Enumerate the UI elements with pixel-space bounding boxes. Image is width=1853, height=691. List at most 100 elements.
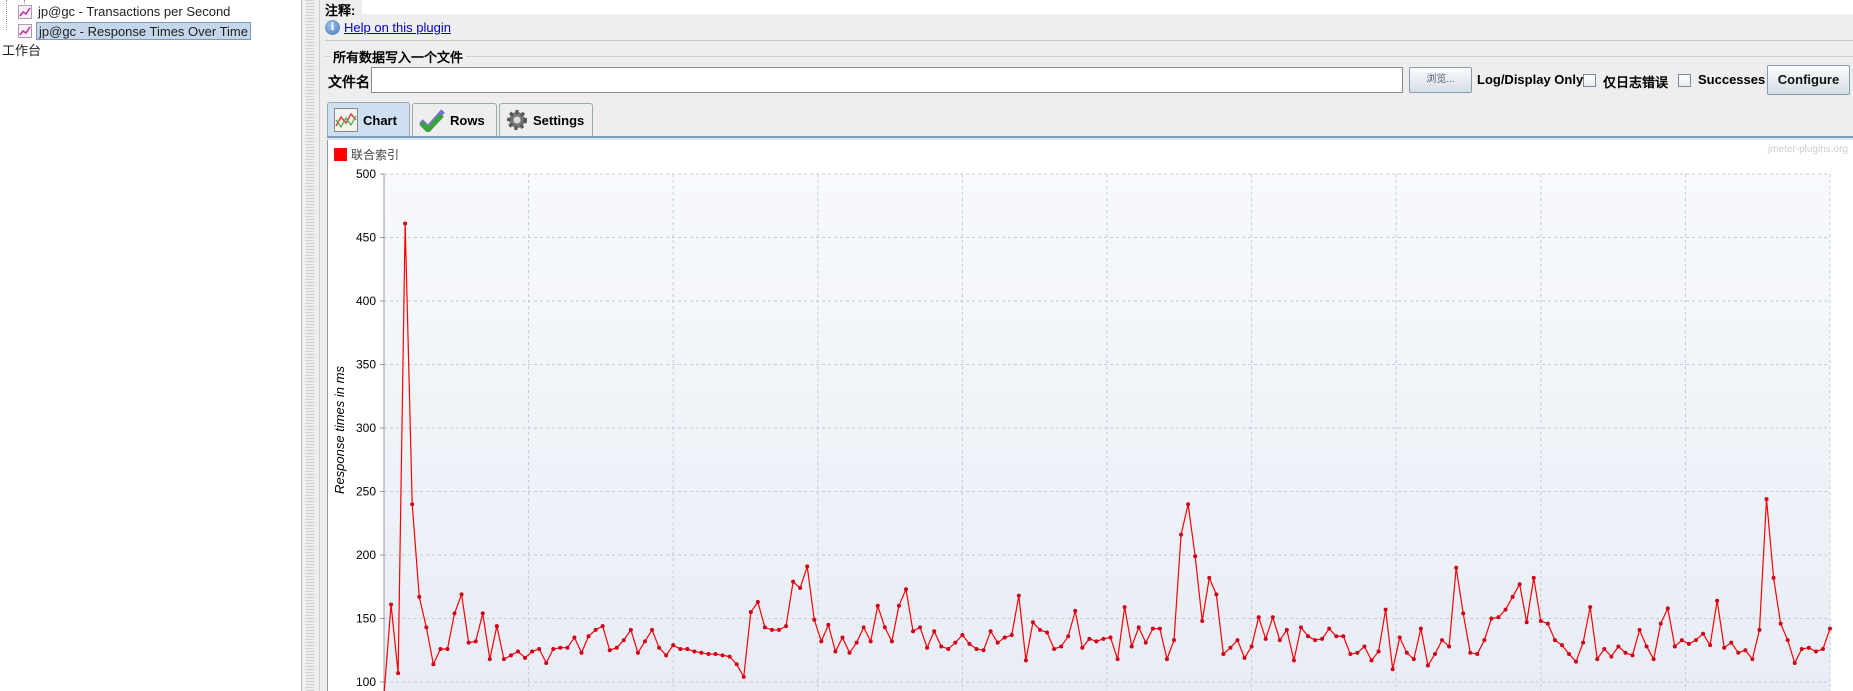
- data-point: [614, 645, 619, 650]
- data-point: [1813, 649, 1818, 654]
- data-point: [1404, 650, 1409, 655]
- y-tick-label: 100: [356, 675, 376, 689]
- data-point: [621, 638, 626, 643]
- data-point: [445, 646, 450, 651]
- data-point: [1806, 645, 1811, 650]
- data-point: [1256, 615, 1261, 620]
- data-point: [1792, 660, 1797, 665]
- data-point: [1037, 627, 1042, 632]
- data-point: [452, 611, 457, 616]
- data-point: [953, 640, 958, 645]
- y-tick-label: 500: [356, 167, 376, 181]
- data-point: [1052, 646, 1057, 651]
- data-point: [882, 625, 887, 630]
- data-point: [1186, 502, 1191, 507]
- data-point: [925, 645, 930, 650]
- data-point: [1341, 634, 1346, 639]
- data-point: [1193, 554, 1198, 559]
- data-point: [805, 564, 810, 569]
- data-point: [1715, 598, 1720, 603]
- data-point: [1179, 532, 1184, 537]
- data-point: [1376, 649, 1381, 654]
- data-point: [396, 671, 401, 676]
- watermark: jmeter-plugins.org: [1767, 144, 1848, 155]
- data-point: [777, 627, 782, 632]
- data-point: [410, 502, 415, 507]
- data-point: [1242, 655, 1247, 660]
- data-point: [1030, 620, 1035, 625]
- data-point: [762, 625, 767, 630]
- data-point: [981, 648, 986, 653]
- data-point: [1425, 663, 1430, 668]
- data-point: [1828, 626, 1832, 631]
- data-point: [642, 639, 647, 644]
- data-point: [1263, 636, 1268, 641]
- data-point: [1778, 621, 1783, 626]
- data-point: [1482, 638, 1487, 643]
- data-point: [819, 639, 824, 644]
- data-point: [1228, 645, 1233, 650]
- data-point: [1581, 640, 1586, 645]
- data-point: [1559, 643, 1564, 648]
- data-point: [1574, 659, 1579, 664]
- y-tick-label: 350: [356, 358, 376, 372]
- data-point: [1002, 635, 1007, 640]
- data-point: [868, 639, 873, 644]
- data-point: [1291, 658, 1296, 663]
- data-point: [480, 611, 485, 616]
- data-point: [1270, 615, 1275, 620]
- data-point: [826, 622, 831, 627]
- data-point: [1087, 636, 1092, 641]
- data-point: [1348, 652, 1353, 657]
- data-point: [1552, 638, 1557, 643]
- y-tick-label: 150: [356, 612, 376, 626]
- data-point: [1538, 619, 1543, 624]
- data-point: [1750, 657, 1755, 662]
- data-point: [628, 627, 633, 632]
- data-point: [1411, 657, 1416, 662]
- data-point: [1073, 608, 1078, 613]
- data-point: [1454, 565, 1459, 570]
- data-point: [1686, 641, 1691, 646]
- data-point: [1122, 605, 1127, 610]
- data-point: [424, 625, 429, 630]
- data-point: [974, 646, 979, 651]
- y-tick-label: 250: [356, 485, 376, 499]
- data-point: [1672, 644, 1677, 649]
- data-point: [1066, 634, 1071, 639]
- data-point: [1693, 638, 1698, 643]
- data-point: [1567, 652, 1572, 657]
- data-point: [833, 649, 838, 654]
- data-point: [903, 587, 908, 592]
- data-point: [501, 657, 506, 662]
- y-tick-label: 450: [356, 231, 376, 245]
- data-point: [1510, 594, 1515, 599]
- data-point: [988, 629, 993, 634]
- data-point: [438, 646, 443, 651]
- data-point: [847, 650, 852, 655]
- data-point: [1023, 658, 1028, 663]
- data-point: [1799, 646, 1804, 651]
- data-point: [784, 624, 789, 629]
- data-point: [1708, 643, 1713, 648]
- data-point: [861, 625, 866, 630]
- y-axis-title: Response times in ms: [332, 366, 347, 494]
- data-point: [1129, 644, 1134, 649]
- data-point: [1059, 644, 1064, 649]
- data-point: [798, 586, 803, 591]
- data-point: [1157, 626, 1162, 631]
- data-point: [600, 624, 605, 629]
- data-point: [1588, 605, 1593, 610]
- data-point: [678, 646, 683, 651]
- data-point: [494, 624, 499, 629]
- data-point: [1136, 625, 1141, 630]
- data-point: [1644, 644, 1649, 649]
- y-tick-label: 300: [356, 421, 376, 435]
- data-point: [1658, 621, 1663, 626]
- data-point: [1362, 644, 1367, 649]
- legend-swatch: [334, 148, 347, 161]
- data-point: [1235, 638, 1240, 643]
- data-point: [403, 221, 408, 226]
- data-point: [1418, 626, 1423, 631]
- data-point: [699, 650, 704, 655]
